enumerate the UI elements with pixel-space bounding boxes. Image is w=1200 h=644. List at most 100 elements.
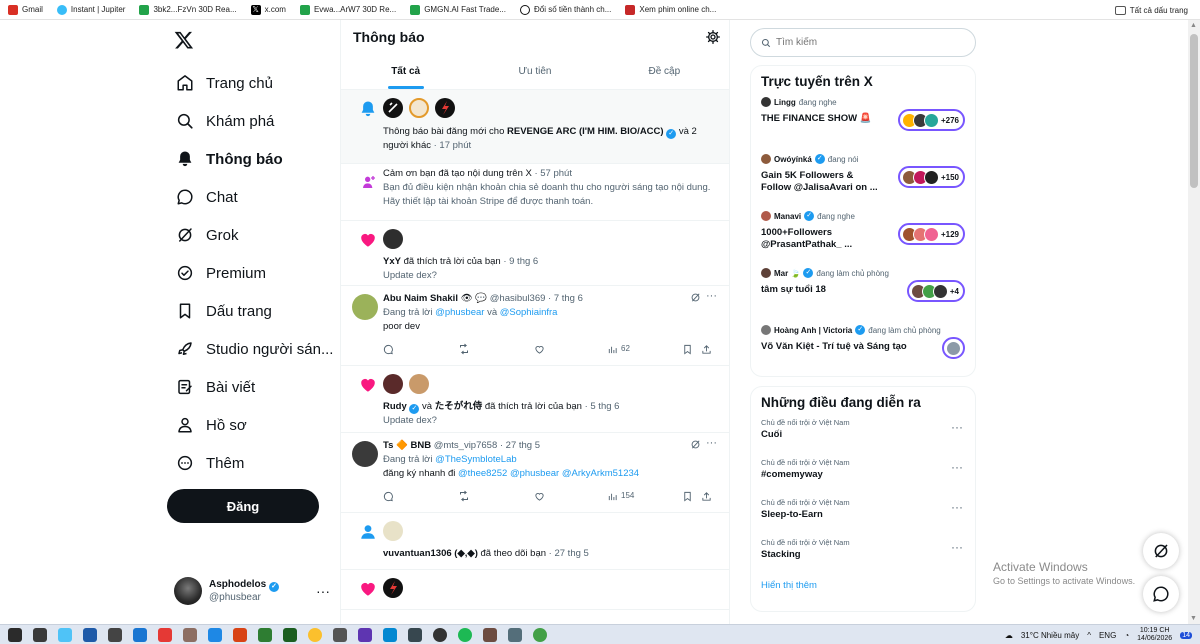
scroll-down-icon[interactable]: ▼ xyxy=(1190,615,1197,622)
post-button[interactable]: Đăng xyxy=(167,489,319,523)
game-icon[interactable] xyxy=(483,627,497,642)
nav-creator-studio[interactable]: Studio người sán... xyxy=(166,330,336,368)
avatar[interactable] xyxy=(383,521,403,541)
trend-item[interactable]: Chủ đề nổi trội ở Việt Nam #comemyway ··· xyxy=(751,456,975,496)
avatar[interactable] xyxy=(383,578,403,598)
clock[interactable]: 10:19 CH 14/06/2026 xyxy=(1137,627,1172,643)
calculator-icon[interactable] xyxy=(508,627,522,642)
all-bookmarks[interactable]: Tất cả dấu trang xyxy=(1114,0,1188,19)
weather-icon[interactable]: ☁ xyxy=(1005,631,1013,640)
chrome-icon[interactable] xyxy=(308,627,322,642)
retweet-icon[interactable] xyxy=(458,490,470,502)
nav-articles[interactable]: Bài viết xyxy=(166,368,336,406)
avatar[interactable] xyxy=(435,98,455,118)
notification-item[interactable]: Cảm ơn bạn đã tạo nội dung trên X · 57 p… xyxy=(341,164,729,221)
views-icon[interactable]: 62 xyxy=(607,342,630,356)
app-icon[interactable] xyxy=(108,627,122,642)
grok-icon[interactable] xyxy=(690,439,701,455)
ellipsis-icon[interactable]: ··· xyxy=(951,540,963,554)
reply-tweet[interactable]: Abu Naim Shakil 👁 💬 @hasibul369 · 7 thg … xyxy=(341,286,729,366)
user-name-link[interactable]: たそがれ侍 xyxy=(435,401,483,412)
mention-link[interactable]: @Sophiainfra xyxy=(500,307,558,318)
user-name-link[interactable]: Ts 🔶 BNB xyxy=(383,440,431,451)
scrollbar[interactable]: ▲ ▼ xyxy=(1188,20,1200,624)
bookmark-movies[interactable]: Xem phim online ch... xyxy=(625,4,716,15)
listeners-pill[interactable] xyxy=(942,337,965,359)
space-item[interactable]: Manavi ✓ đang nghe 1000+Followers @Prasa… xyxy=(751,209,975,266)
notification-item[interactable]: YxY đã thích trả lời của bạn · 9 thg 6 U… xyxy=(341,221,729,286)
like-icon[interactable] xyxy=(534,491,545,502)
account-switcher[interactable]: Asphodelos ✓ @phusbear ··· xyxy=(174,575,334,607)
mention-link[interactable]: @ArkyArkm51234 xyxy=(562,468,639,479)
space-item[interactable]: Mar 🍃 ✓ đang làm chủ phòng tâm sự tuổi 1… xyxy=(751,266,975,323)
nav-notifications[interactable]: Thông báo xyxy=(166,140,336,178)
avatar[interactable] xyxy=(409,98,429,118)
notification-item[interactable]: vuvantuan1306 (◆,◆) đã theo dõi bạn · 27… xyxy=(341,513,729,570)
nav-profile[interactable]: Hồ sơ xyxy=(166,406,336,444)
nav-bookmarks[interactable]: Dấu trang xyxy=(166,292,336,330)
spotify-icon[interactable] xyxy=(458,627,472,642)
bookmark-currency[interactable]: Đổi số tiền thành ch... xyxy=(520,4,611,15)
trend-item[interactable]: Chủ đề nổi trội ở Việt Nam Sleep-to-Earn ·… xyxy=(751,496,975,536)
user-name-link[interactable]: YxY xyxy=(383,256,401,267)
bookmark-gmgn-1[interactable]: 3bk2...FzVn 30D Rea... xyxy=(139,4,237,15)
project-icon[interactable] xyxy=(258,627,272,642)
retweet-icon[interactable] xyxy=(458,343,470,355)
avatar[interactable] xyxy=(383,98,403,118)
winrar-icon[interactable] xyxy=(183,627,197,642)
tab-all[interactable]: Tất cả xyxy=(341,54,470,89)
grok-fab[interactable] xyxy=(1143,533,1179,569)
mention-link[interactable]: @phusbear xyxy=(435,307,484,318)
avatar[interactable] xyxy=(383,374,403,394)
space-item[interactable]: Hoàng Anh | Victoria ✓ đang làm chủ phòn… xyxy=(751,323,975,376)
nav-premium[interactable]: Premium xyxy=(166,254,336,292)
start-icon[interactable] xyxy=(8,627,22,642)
x-logo-icon[interactable] xyxy=(174,30,196,52)
ellipsis-icon[interactable]: ··· xyxy=(951,420,963,434)
bookmark-gmail[interactable]: Gmail xyxy=(8,4,43,15)
app-icon[interactable] xyxy=(333,627,347,642)
mention-link[interactable]: @thee8252 xyxy=(458,468,507,479)
ellipsis-icon[interactable]: ··· xyxy=(951,460,963,474)
nav-home[interactable]: Trang chủ xyxy=(166,64,336,102)
mention-link[interactable]: @phusbear xyxy=(510,468,559,479)
share-icon[interactable] xyxy=(701,344,712,355)
bookmark-icon[interactable] xyxy=(682,344,693,355)
mention-link[interactable]: @TheSymbloteLab xyxy=(435,454,516,465)
user-name-link[interactable]: REVENGE ARC (I'M HIM. BIO/ACC) xyxy=(507,126,664,137)
bookmark-gmgn-2[interactable]: Evwa...ArW7 30D Re... xyxy=(299,4,396,15)
show-more-link[interactable]: Hiển thị thêm xyxy=(751,576,975,595)
nav-more[interactable]: Thêm xyxy=(166,444,336,482)
search-input[interactable] xyxy=(776,37,956,48)
chrome-icon[interactable] xyxy=(533,627,547,642)
search-box[interactable] xyxy=(750,28,976,57)
trend-item[interactable]: Chủ đề nổi trội ở Việt Nam Cuối ··· xyxy=(751,416,975,456)
bookmark-jupiter[interactable]: Instant | Jupiter xyxy=(56,4,125,15)
trend-item[interactable]: Chủ đề nổi trội ở Việt Nam Stacking ··· xyxy=(751,536,975,576)
teams-icon[interactable] xyxy=(358,627,372,642)
ellipsis-icon[interactable]: ··· xyxy=(951,500,963,514)
bookmark-gmgn-3[interactable]: GMGN.AI Fast Trade... xyxy=(410,4,506,15)
listeners-pill[interactable]: +150 xyxy=(897,166,965,188)
copilot-icon[interactable] xyxy=(58,627,72,642)
nav-grok[interactable]: Grok xyxy=(166,216,336,254)
listeners-pill[interactable]: +276 xyxy=(897,109,965,131)
app-icon[interactable] xyxy=(158,627,172,642)
scroll-up-icon[interactable]: ▲ xyxy=(1190,22,1197,29)
user-name-link[interactable]: Abu Naim Shakil xyxy=(383,293,458,304)
ellipsis-icon[interactable]: ··· xyxy=(706,436,717,450)
bookmark-icon[interactable] xyxy=(682,491,693,502)
nav-explore[interactable]: Khám phá xyxy=(166,102,336,140)
app-icon[interactable] xyxy=(433,627,447,642)
app-icon[interactable] xyxy=(408,627,422,642)
grok-icon[interactable] xyxy=(690,292,701,308)
listeners-pill[interactable]: +4 xyxy=(906,280,965,302)
task-view-icon[interactable] xyxy=(83,627,97,642)
ellipsis-icon[interactable]: ··· xyxy=(706,289,717,303)
reply-icon[interactable] xyxy=(383,491,394,502)
powerpoint-icon[interactable] xyxy=(233,627,247,642)
views-icon[interactable]: 154 xyxy=(607,489,634,503)
wifi-icon[interactable]: ◔ xyxy=(1124,631,1129,640)
notification-item[interactable] xyxy=(341,570,729,610)
telegram-icon[interactable] xyxy=(383,627,397,642)
